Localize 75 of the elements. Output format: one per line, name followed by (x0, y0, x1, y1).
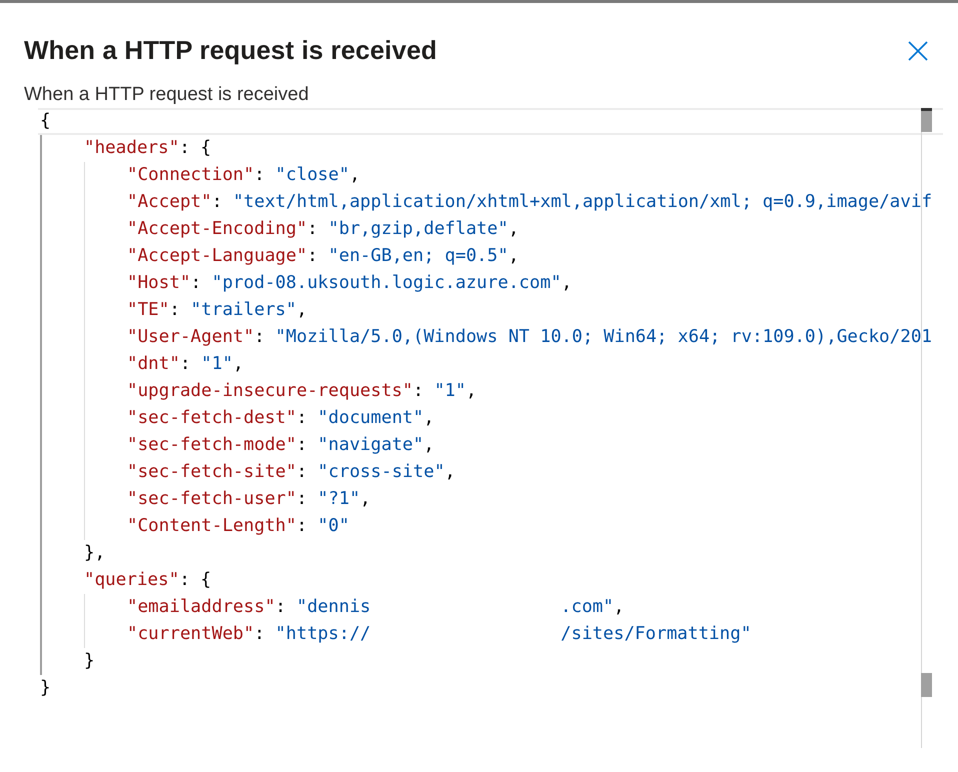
json-punctuation: }, (84, 543, 106, 563)
json-value: "document" (318, 408, 424, 428)
json-punctuation: : (413, 381, 425, 401)
json-key: "queries" (84, 570, 180, 590)
json-punctuation: : (212, 192, 224, 212)
json-value: .com" (560, 597, 614, 617)
json-key: "Connection" (127, 165, 254, 185)
json-punctuation: : (296, 489, 308, 509)
json-punctuation: , (424, 408, 434, 428)
scrollbar-thumb[interactable] (921, 673, 932, 697)
json-punctuation: : (190, 273, 202, 293)
json-value: "en-GB,en; q=0.5" (328, 246, 508, 266)
json-punctuation: , (232, 354, 244, 374)
json-punctuation: , (466, 381, 477, 401)
json-value: "close" (275, 165, 350, 185)
json-key: "sec-fetch-mode" (127, 435, 296, 455)
json-punctuation: , (508, 246, 519, 266)
json-punctuation: : { (179, 138, 212, 158)
json-key: "Host" (127, 273, 191, 293)
json-value: "?1" (318, 489, 360, 509)
json-value: "dennis (296, 597, 371, 617)
json-value: "Mozilla/5.0,(Windows NT 10.0; Win64; x64; rv:109.0),Gecko/201 (275, 327, 932, 347)
json-punctuation: : (275, 597, 287, 617)
json-value: "1" (201, 354, 233, 374)
panel-title: When a HTTP request is received (24, 35, 437, 66)
json-value: "0" (318, 516, 350, 536)
json-key: "currentWeb" (127, 624, 254, 644)
json-key: "upgrade-insecure-requests" (127, 381, 413, 401)
json-key: "headers" (84, 138, 180, 158)
json-value: "1" (434, 381, 466, 401)
json-punctuation: : (296, 516, 308, 536)
scrollbar-thumb[interactable] (921, 108, 932, 132)
json-key: "Accept-Language" (127, 246, 308, 266)
json-value: "navigate" (318, 435, 424, 455)
close-icon[interactable] (908, 40, 928, 60)
json-punctuation: , (561, 273, 572, 293)
json-punctuation: , (614, 597, 624, 617)
json-key: "dnt" (127, 354, 180, 374)
json-punctuation: : (254, 624, 266, 644)
json-punctuation: , (444, 462, 456, 482)
json-key: "User-Agent" (127, 327, 254, 347)
json-value: "https:// (275, 624, 371, 644)
json-punctuation: } (40, 678, 51, 698)
json-punctuation: : (169, 300, 181, 320)
json-punctuation: : (307, 246, 319, 266)
json-key: "sec-fetch-user" (127, 489, 296, 509)
json-punctuation: : (296, 435, 308, 455)
json-key: "emailaddress" (127, 597, 276, 617)
json-punctuation: , (296, 300, 308, 320)
json-punctuation: , (360, 489, 371, 509)
json-value: "br,gzip,deflate" (328, 219, 508, 239)
json-value: "cross-site" (318, 462, 445, 482)
json-key: "Accept" (127, 192, 212, 212)
json-value: "text/html,application/xhtml+xml,application/xml; q=0.9,image/avif (232, 192, 932, 212)
json-value: "trailers" (190, 300, 296, 320)
json-punctuation: } (84, 651, 95, 671)
json-key: "sec-fetch-site" (127, 462, 296, 482)
json-punctuation: : { (179, 570, 212, 590)
json-punctuation: : (254, 165, 266, 185)
panel-subtitle: When a HTTP request is received (24, 84, 310, 106)
json-punctuation: : (180, 354, 192, 374)
json-punctuation: : (254, 327, 266, 347)
json-punctuation: : (296, 462, 308, 482)
json-punctuation: { (40, 111, 51, 131)
json-punctuation: , (424, 435, 434, 455)
json-punctuation: , (508, 219, 519, 239)
json-value: "prod-08.uksouth.logic.azure.com" (212, 273, 562, 293)
json-punctuation: : (307, 219, 319, 239)
json-punctuation: , (349, 165, 360, 185)
json-punctuation: : (296, 408, 308, 428)
json-key: "Accept-Encoding" (127, 219, 308, 239)
json-key: "Content-Length" (127, 516, 296, 536)
json-key: "sec-fetch-dest" (127, 408, 296, 428)
json-value: /sites/Formatting" (560, 624, 752, 644)
json-key: "TE" (127, 300, 170, 320)
